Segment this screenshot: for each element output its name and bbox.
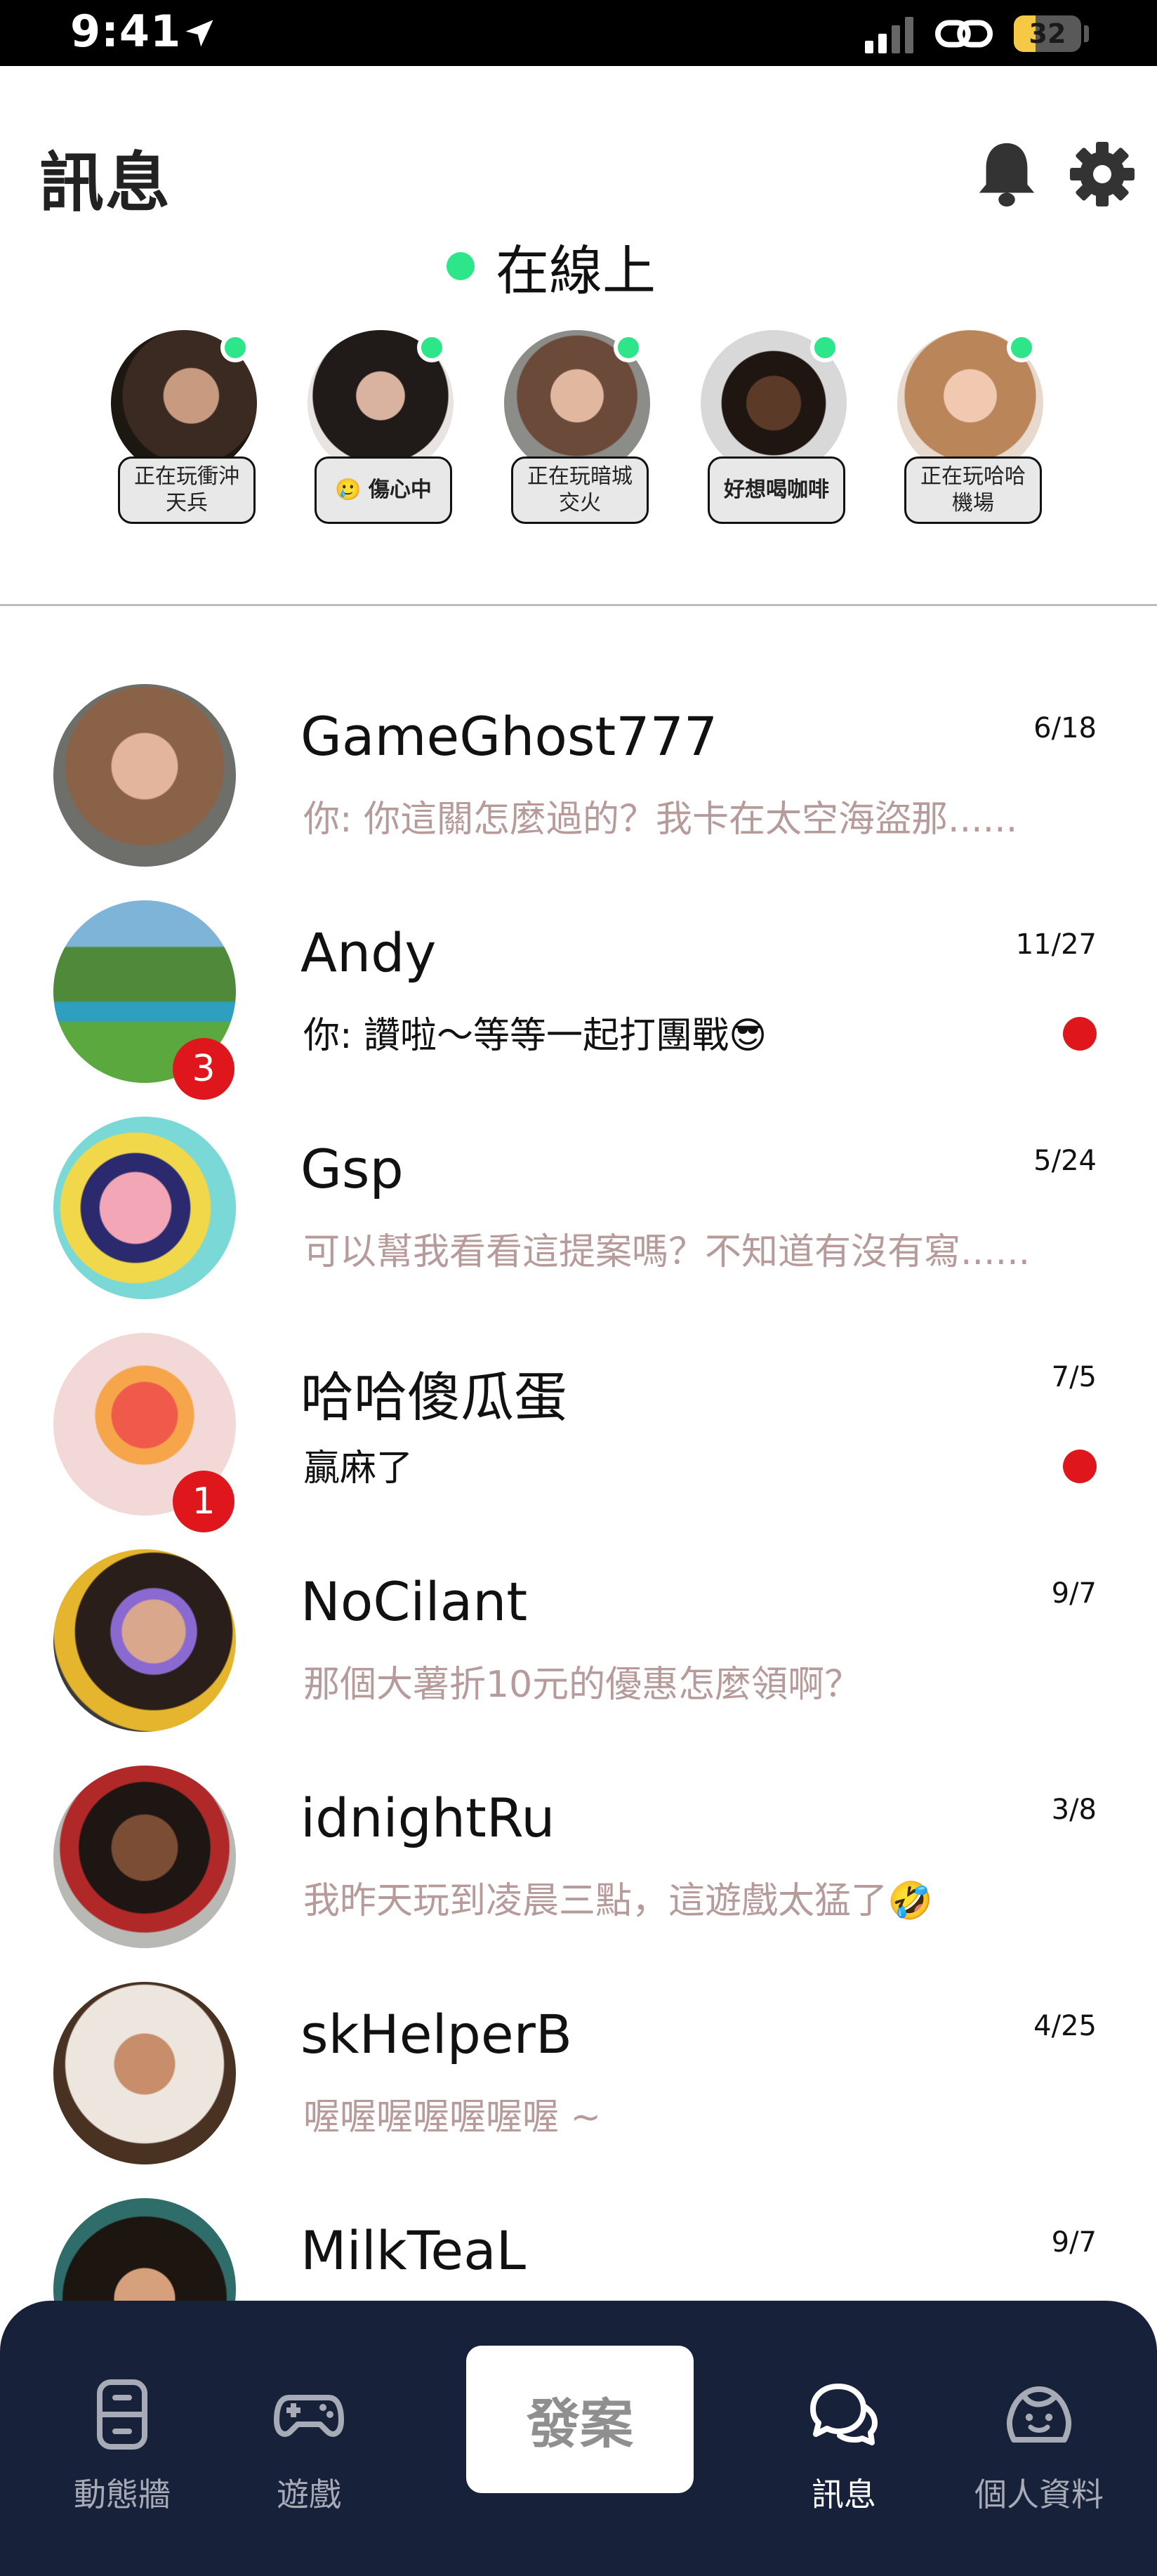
conversation-item[interactable]: 1 哈哈傻瓜蛋 7/5 贏麻了: [0, 1333, 1157, 1548]
conversation-preview: 你: 你這關怎麼過的？我卡在太空海盜那......: [303, 799, 1018, 841]
online-friend[interactable]: 正在玩衝沖天兵: [104, 330, 257, 527]
conversation-name: GameGhost777: [300, 705, 718, 768]
conversation-preview: 喔喔喔喔喔喔喔 ~: [303, 2096, 602, 2138]
link-icon: [934, 20, 993, 48]
conversation-item[interactable]: NoCilant 9/7 那個大薯折10元的優惠怎麼領啊？: [0, 1549, 1157, 1764]
status-time: 9:41: [70, 6, 182, 57]
status-bar: 9:41 32: [0, 0, 1157, 66]
online-dot-icon: [220, 333, 250, 362]
online-dot-icon: [417, 333, 447, 362]
online-dot-icon: [614, 333, 643, 362]
online-friends-row: 正在玩衝沖天兵 🥲 傷心中 正在玩暗城交火 好想喝咖啡 正在玩哈哈機場: [104, 330, 1043, 527]
friend-status-badge: 正在玩哈哈機場: [904, 456, 1042, 524]
tab-feed[interactable]: 動態牆: [45, 2378, 199, 2516]
conversation-preview: 可以幫我看看這提案嗎？不知道有沒有寫......: [303, 1231, 1031, 1273]
conversation-preview: 我昨天玩到凌晨三點，這遊戲太猛了🤣: [303, 1880, 933, 1922]
conversation-name: Andy: [300, 921, 437, 984]
online-label: 在線上: [496, 239, 656, 302]
conversation-item[interactable]: Gsp 5/24 可以幫我看看這提案嗎？不知道有沒有寫......: [0, 1117, 1157, 1332]
conversation-item[interactable]: skHelperB 4/25 喔喔喔喔喔喔喔 ~: [0, 1982, 1157, 2197]
tab-messages[interactable]: 訊息: [767, 2378, 921, 2516]
avatar[interactable]: [53, 1117, 236, 1299]
gamepad-icon: [274, 2395, 344, 2437]
unread-count-badge: 1: [173, 1471, 234, 1532]
online-section-header: 在線上: [447, 228, 656, 305]
avatar[interactable]: [53, 1549, 236, 1732]
tab-label: 動態牆: [74, 2476, 171, 2513]
gear-icon[interactable]: [1067, 139, 1137, 209]
tab-label: 個人資料: [974, 2476, 1104, 2513]
conversation-name: idnightRu: [300, 1787, 555, 1849]
avatar[interactable]: [53, 684, 236, 867]
unread-dot-icon: [1063, 1017, 1097, 1051]
unread-dot-icon: [1063, 1450, 1097, 1483]
online-dot-icon: [810, 333, 840, 362]
friend-status-badge: 好想喝咖啡: [708, 456, 845, 524]
divider: [0, 604, 1157, 606]
unread-count-badge: 3: [173, 1038, 234, 1100]
conversation-date: 4/25: [1033, 2010, 1097, 2042]
conversation-date: 9/7: [1051, 1577, 1097, 1610]
conversation-preview: 那個大薯折10元的優惠怎麼領啊？: [303, 1664, 861, 1706]
tab-label: 遊戲: [277, 2476, 341, 2513]
tab-label: 訊息: [812, 2476, 876, 2513]
conversation-date: 3/8: [1051, 1794, 1097, 1826]
online-friend[interactable]: 正在玩暗城交火: [497, 330, 650, 527]
online-friend[interactable]: 好想喝咖啡: [694, 330, 847, 527]
online-friend[interactable]: 正在玩哈哈機場: [890, 330, 1043, 527]
chat-bubbles-icon: [810, 2384, 878, 2445]
conversation-date: 11/27: [1015, 928, 1097, 961]
conversation-item[interactable]: 3 Andy 11/27 你: 讚啦～等等一起打團戰😎: [0, 900, 1157, 1115]
bell-icon[interactable]: [973, 138, 1040, 209]
battery-level: 32: [1029, 18, 1066, 49]
conversation-date: 7/5: [1051, 1361, 1097, 1393]
online-friend[interactable]: 🥲 傷心中: [300, 330, 454, 527]
post-button[interactable]: 發案: [466, 2346, 694, 2493]
conversation-preview: 你: 讚啦～等等一起打團戰😎: [303, 1015, 767, 1057]
online-dot-icon: [1007, 333, 1036, 362]
friend-status-badge: 正在玩衝沖天兵: [118, 456, 256, 524]
bottom-tab-bar: 動態牆 遊戲 發案 訊息 個人資料: [0, 2301, 1157, 2576]
conversation-name: Gsp: [300, 1138, 404, 1200]
conversation-item[interactable]: idnightRu 3/8 我昨天玩到凌晨三點，這遊戲太猛了🤣: [0, 1766, 1157, 1980]
conversation-name: skHelperB: [300, 2003, 573, 2065]
conversation-item[interactable]: GameGhost777 6/18 你: 你這關怎麼過的？我卡在太空海盜那...…: [0, 684, 1157, 899]
tab-profile[interactable]: 個人資料: [962, 2378, 1116, 2516]
person-face-icon: [1006, 2386, 1072, 2443]
friend-status-badge: 🥲 傷心中: [315, 456, 452, 524]
phone-icon: [97, 2379, 147, 2450]
avatar[interactable]: [53, 1982, 236, 2164]
conversation-name: MilkTeaL: [300, 2219, 526, 2282]
battery-tip: [1084, 25, 1089, 42]
avatar[interactable]: [53, 1766, 236, 1948]
conversation-date: 5/24: [1033, 1145, 1097, 1177]
online-indicator-icon: [447, 252, 475, 280]
friend-status-badge: 正在玩暗城交火: [511, 456, 649, 524]
battery-icon: 32: [1014, 15, 1081, 52]
conversation-name: 哈哈傻瓜蛋: [300, 1366, 567, 1428]
conversation-name: NoCilant: [300, 1570, 528, 1633]
conversation-preview: 贏麻了: [303, 1447, 414, 1490]
location-arrow-icon: [185, 20, 213, 47]
page-title: 訊息: [39, 145, 172, 221]
conversation-date: 6/18: [1033, 712, 1097, 744]
tab-games[interactable]: 遊戲: [232, 2378, 386, 2516]
conversation-date: 9/7: [1051, 2226, 1097, 2259]
cellular-signal-icon: [865, 15, 913, 53]
